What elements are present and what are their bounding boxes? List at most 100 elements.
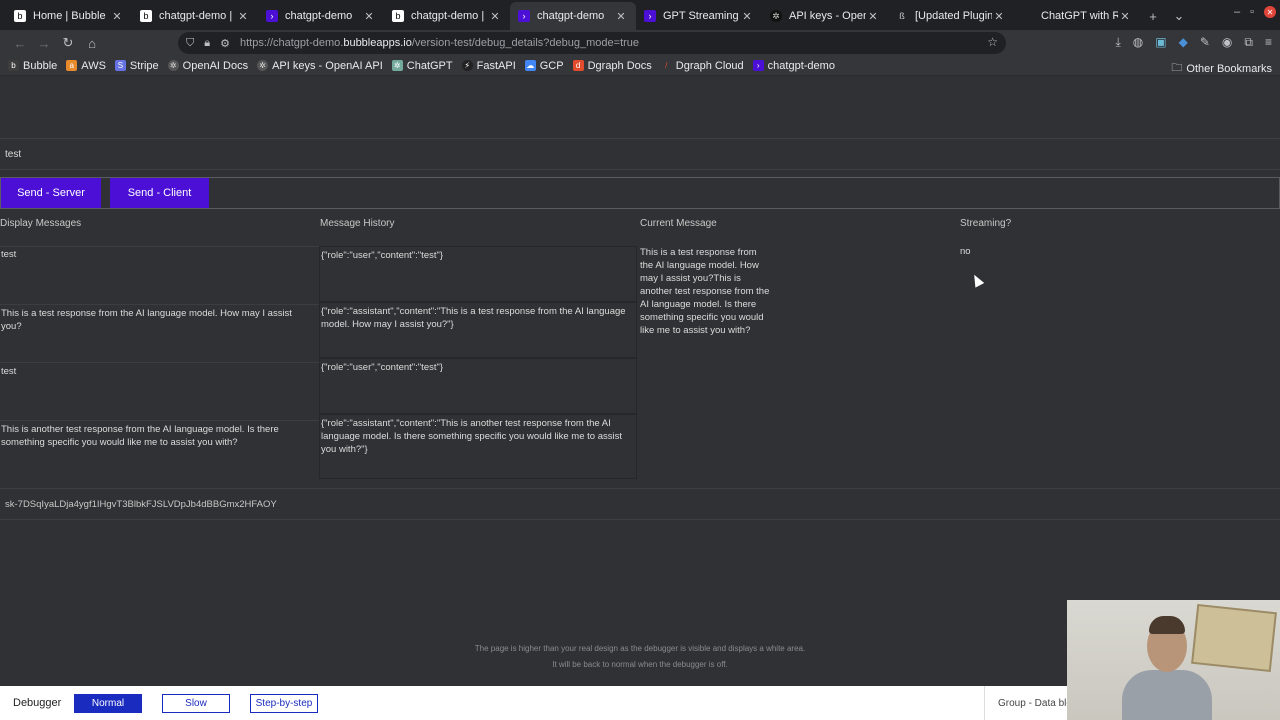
close-tab-icon[interactable]: ✕ xyxy=(740,10,754,23)
bookmark-stripe[interactable]: S Stripe xyxy=(114,60,159,72)
bubble-b-icon: b xyxy=(8,60,19,71)
current-message-text: This is a test response from the AI lang… xyxy=(640,247,770,336)
tab-search-chevron-icon[interactable]: ⌄ xyxy=(1166,8,1192,24)
person-hair xyxy=(1149,616,1185,634)
display-message-item: This is a test response from the AI lang… xyxy=(1,308,292,332)
browser-toolbar: ← → ↻ ⌂ ⛉ 🔒︎ ⚙︎ https://chatgpt-demo.bub… xyxy=(0,30,1280,56)
debug-slow-button[interactable]: Slow xyxy=(162,694,230,713)
forum-icon: ß xyxy=(899,11,905,21)
page-content: test Send - Server Send - Client Display… xyxy=(0,76,1280,686)
window-close-icon[interactable]: ✕ xyxy=(1264,6,1276,18)
tab-api-keys[interactable]: ✲ API keys - OpenAI A ✕ xyxy=(762,2,888,30)
shield-icon: ⛉ xyxy=(186,36,195,49)
row-divider xyxy=(0,420,319,421)
webcam-overlay xyxy=(1067,600,1280,720)
tab-chatgpt-demo-editor-2[interactable]: b chatgpt-demo | Bub ✕ xyxy=(384,2,510,30)
tab-home-bubble[interactable]: b Home | Bubble ✕ xyxy=(6,2,132,30)
bubble-app-icon: › xyxy=(644,10,656,22)
bookmark-bubble[interactable]: b Bubble xyxy=(8,60,57,72)
message-history-item: {"role":"assistant","content":"This is a… xyxy=(319,302,637,358)
bookmark-openai-docs[interactable]: ✲ OpenAI Docs xyxy=(167,60,248,72)
restore-icon[interactable]: ▫ xyxy=(1250,6,1254,18)
bubble-b-icon: b xyxy=(1022,10,1034,22)
close-tab-icon[interactable]: ✕ xyxy=(236,10,250,23)
close-tab-icon[interactable]: ✕ xyxy=(866,10,880,23)
send-server-button[interactable]: Send - Server xyxy=(1,178,101,208)
fastapi-icon: ⚡︎ xyxy=(461,60,473,71)
row-divider xyxy=(0,362,319,363)
url-text: https://chatgpt-demo.bubbleapps.io/versi… xyxy=(239,37,640,49)
bookmark-gcp[interactable]: ☁︎ GCP xyxy=(524,60,564,72)
bookmark-aws[interactable]: a AWS xyxy=(66,60,106,72)
bookmark-api-keys[interactable]: ✲ API keys - OpenAI API xyxy=(257,60,383,72)
row-divider xyxy=(0,246,319,247)
streaming-header: Streaming? xyxy=(960,218,1012,229)
display-message-item: This is another test response from the A… xyxy=(1,424,279,448)
display-messages-header: Display Messages xyxy=(0,218,82,229)
message-history-header: Message History xyxy=(320,218,395,229)
bubble-app-icon: › xyxy=(266,10,278,22)
bookmark-fastapi[interactable]: ⚡︎ FastAPI xyxy=(461,60,516,72)
close-tab-icon[interactable]: ✕ xyxy=(488,10,502,23)
bookmark-star-icon[interactable]: ☆ xyxy=(987,35,998,49)
tab-chatgpt-real[interactable]: b ChatGPT with Real- ✕ xyxy=(1014,2,1140,30)
debug-normal-button[interactable]: Normal xyxy=(74,694,142,713)
debugger-label: Debugger xyxy=(13,697,62,709)
new-tab-icon[interactable]: + xyxy=(1140,9,1166,24)
tab-updated-plugin[interactable]: ß [Updated Plugin] Ch ✕ xyxy=(888,2,1014,30)
debug-step-button[interactable]: Step-by-step xyxy=(250,694,318,713)
button-group: Send - Server Send - Client xyxy=(0,177,1280,209)
extensions-area: ⤓ ◍ ▣ ◆ ✎ ◉ ⧉ ≡ xyxy=(1115,35,1272,50)
extension-icon[interactable]: ✎ xyxy=(1200,35,1210,50)
aws-icon: a xyxy=(66,60,78,71)
back-arrow-icon[interactable]: ← xyxy=(8,36,32,51)
tab-chatgpt-demo-active[interactable]: › chatgpt-demo ✕ xyxy=(510,2,636,30)
site-settings-icon[interactable]: ⚙︎ xyxy=(220,37,230,50)
person-body xyxy=(1122,670,1212,720)
inspect-element-selector[interactable]: Group - Data blo xyxy=(984,686,1074,720)
bookmarks-bar: b Bubble a AWS S Stripe ✲ OpenAI Docs ✲ API k… xyxy=(0,56,1280,76)
display-message-item: test xyxy=(1,366,17,377)
message-history-item: {"role":"assistant","content":"This is a… xyxy=(319,414,637,479)
bubble-b-icon: b xyxy=(392,10,404,22)
extension-icon[interactable]: ◍ xyxy=(1133,35,1143,50)
extension-icon[interactable]: ◆ xyxy=(1179,35,1188,50)
address-bar[interactable]: ⛉ 🔒︎ ⚙︎ https://chatgpt-demo.bubbleapps.… xyxy=(178,32,1006,54)
puzzle-icon[interactable]: ⧉ xyxy=(1244,35,1253,50)
message-input[interactable]: test xyxy=(0,138,1280,170)
row-divider xyxy=(0,304,319,305)
extension-icon[interactable]: ▣ xyxy=(1155,35,1166,50)
openai-icon: ✲ xyxy=(257,60,269,71)
home-icon[interactable]: ⌂ xyxy=(80,36,104,51)
reload-icon[interactable]: ↻ xyxy=(56,35,80,51)
close-tab-icon[interactable]: ✕ xyxy=(362,10,376,23)
bookmark-dgraph-cloud[interactable]: / Dgraph Cloud xyxy=(661,60,744,72)
browser-tab-strip: b Home | Bubble ✕ b chatgpt-demo | Bub ✕… xyxy=(0,0,1280,30)
forward-arrow-icon[interactable]: → xyxy=(32,36,56,51)
bookmark-dgraph-docs[interactable]: d Dgraph Docs xyxy=(572,60,652,72)
bubble-b-icon: b xyxy=(140,10,152,22)
close-tab-icon[interactable]: ✕ xyxy=(992,10,1006,23)
chatgpt-icon: ✲ xyxy=(391,60,403,71)
bookmark-chatgpt-demo[interactable]: › chatgpt-demo xyxy=(752,60,835,72)
bubble-b-icon: b xyxy=(14,10,26,22)
tab-chatgpt-demo-1[interactable]: › chatgpt-demo ✕ xyxy=(258,2,384,30)
menu-icon[interactable]: ≡ xyxy=(1265,35,1272,50)
close-tab-icon[interactable]: ✕ xyxy=(110,10,124,23)
tab-chatgpt-demo-editor-1[interactable]: b chatgpt-demo | Bub ✕ xyxy=(132,2,258,30)
streaming-value: no xyxy=(960,246,971,257)
send-client-button[interactable]: Send - Client xyxy=(110,178,209,208)
gcp-icon: ☁︎ xyxy=(524,60,536,71)
bookmark-chatgpt[interactable]: ✲ ChatGPT xyxy=(391,60,453,72)
download-icon[interactable]: ⤓ xyxy=(1115,35,1120,50)
close-tab-icon[interactable]: ✕ xyxy=(1118,10,1132,23)
minimize-icon[interactable]: – xyxy=(1234,6,1240,18)
api-key-field[interactable]: sk-7DSqIyaLDja4ygf1IHgvT3BlbkFJSLVDpJb4d… xyxy=(0,488,1280,520)
window-controls: – ▫ ✕ xyxy=(1234,6,1276,18)
bubble-app-icon: › xyxy=(518,10,530,22)
tab-gpt-streaming[interactable]: › GPT Streaming ✕ xyxy=(636,2,762,30)
extension-icon[interactable]: ◉ xyxy=(1222,35,1232,50)
wall-map-image xyxy=(1191,603,1277,673)
current-message-header: Current Message xyxy=(640,218,717,229)
close-tab-icon[interactable]: ✕ xyxy=(614,10,628,23)
